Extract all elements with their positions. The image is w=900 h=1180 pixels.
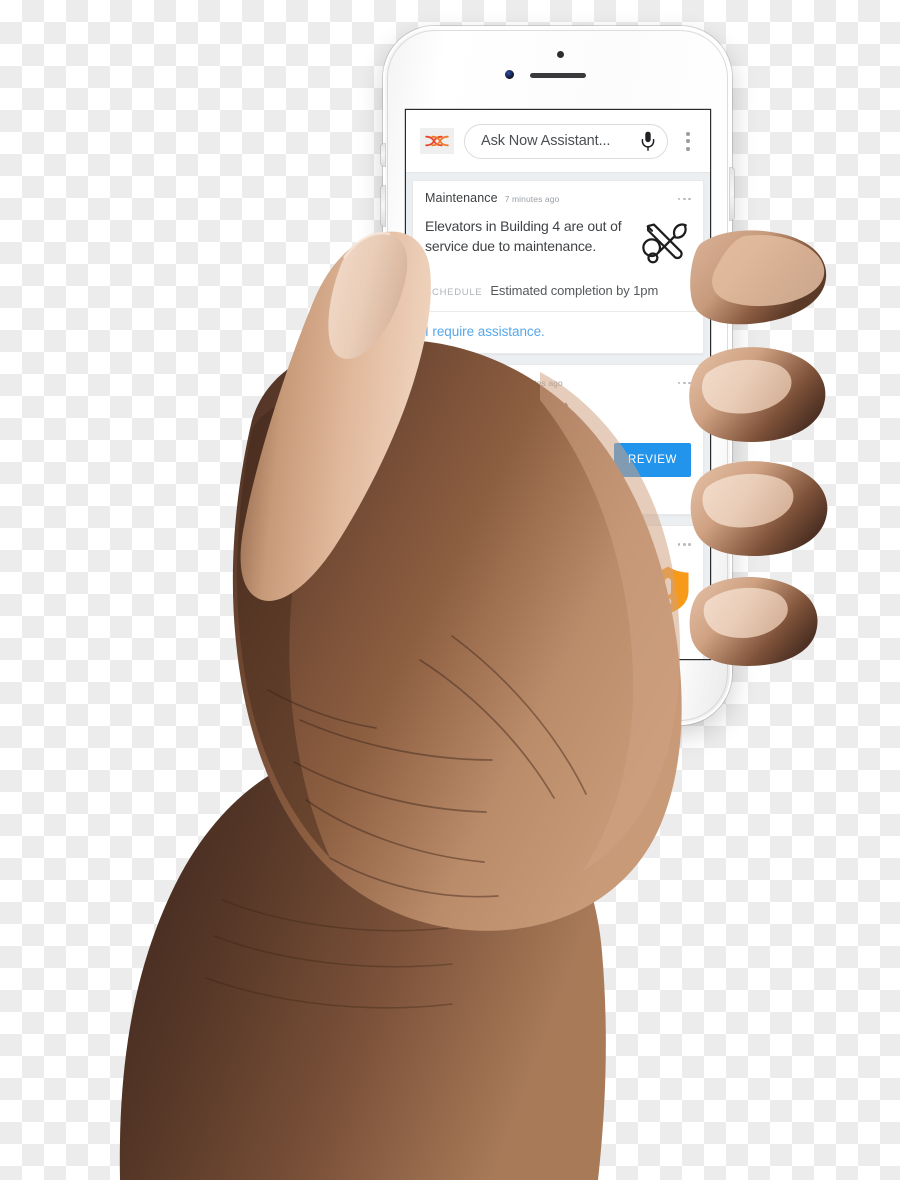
card-maintenance[interactable]: Maintenance 7 minutes ago Elevators in B… <box>412 180 704 354</box>
volume-up-button[interactable] <box>381 186 385 226</box>
overflow-dot <box>682 381 686 385</box>
stage: Ask Now Assistant... Maintenance 7 minut… <box>0 0 900 1180</box>
front-camera-icon <box>505 70 514 79</box>
overflow-dot <box>677 381 681 385</box>
bottom-speaker <box>521 716 594 722</box>
card-travel-advisory[interactable]: Travel Advisory 8 minutes ago Service Ch… <box>412 525 704 659</box>
schedule-label: SCHEDULE <box>425 287 483 298</box>
review-button[interactable]: REVIEW <box>614 442 691 477</box>
card-overflow-icon[interactable] <box>677 196 691 201</box>
overflow-dot <box>688 542 691 546</box>
travel-description: There are 1 reports on your favorite pub… <box>425 587 615 619</box>
microphone-icon[interactable] <box>641 131 655 151</box>
silent-switch[interactable] <box>381 144 385 166</box>
search-placeholder-text: Ask Now Assistant... <box>481 133 611 149</box>
phone-screen: Ask Now Assistant... Maintenance 7 minut… <box>406 110 710 659</box>
home-button[interactable] <box>529 644 586 701</box>
forearm <box>119 746 606 1180</box>
card-body: New Expense Report available for you! Yo… <box>413 391 703 514</box>
card-overflow-icon[interactable] <box>677 380 691 385</box>
crossed-x-logo-icon <box>425 135 449 147</box>
travel-text-block: Service Changes There are 1 reports on y… <box>425 561 637 621</box>
notification-feed: Maintenance 7 minutes ago Elevators in B… <box>406 173 710 659</box>
card-body: Service Changes There are 1 reports on y… <box>413 552 703 621</box>
phone-device: Ask Now Assistant... Maintenance 7 minut… <box>381 26 734 725</box>
expense-text-block: New Expense Report available for you! Yo… <box>425 399 606 498</box>
kebab-menu-icon[interactable] <box>678 126 698 156</box>
earpiece-speaker-icon <box>529 73 586 78</box>
expense-heading: New Expense Report available for you! <box>425 400 568 438</box>
overflow-dot <box>682 197 686 201</box>
brand-logo[interactable] <box>420 128 454 154</box>
request-assistance-link[interactable]: I require assistance. <box>425 324 545 339</box>
card-body: Elevators in Building 4 are out of servi… <box>413 207 703 269</box>
view-reports-button[interactable]: VIEW REPORTS <box>425 632 540 659</box>
power-button[interactable] <box>730 168 734 220</box>
kebab-dot <box>686 131 690 136</box>
overflow-dot <box>688 197 691 201</box>
card-title: Maintenance <box>425 191 498 205</box>
kebab-dot <box>686 146 690 151</box>
expense-description: Your department has submitted a new expe… <box>425 445 603 496</box>
card-title: Travel Advisory <box>425 536 512 551</box>
maintenance-message: Elevators in Building 4 are out of servi… <box>425 218 622 254</box>
card-timestamp: 7 minutes ago <box>504 194 560 204</box>
card-overflow-icon[interactable] <box>677 541 691 546</box>
wrist-creases <box>205 899 453 1009</box>
card-header: My Expenses 8 minutes ago <box>413 365 703 391</box>
proximity-sensor-icon <box>557 51 564 58</box>
search-input[interactable]: Ask Now Assistant... <box>464 123 668 159</box>
tools-wrench-screwdriver-icon <box>642 223 687 264</box>
overflow-dot <box>688 381 691 385</box>
expense-action-area: REVIEW <box>614 399 691 498</box>
card-timestamp: 8 minutes ago <box>518 539 574 550</box>
card-timestamp: 8 minutes ago <box>508 378 563 388</box>
card-header: Maintenance 7 minutes ago <box>413 181 703 207</box>
warning-shield-icon <box>647 566 689 614</box>
card-my-expenses[interactable]: My Expenses 8 minutes ago New Expense Re… <box>412 364 704 516</box>
overflow-dot <box>677 542 681 546</box>
card-header: Travel Advisory 8 minutes ago <box>413 526 703 552</box>
service-changes-heading: Service Changes <box>425 561 551 579</box>
schedule-row: SCHEDULE Estimated completion by 1pm <box>413 269 703 311</box>
volume-down-button[interactable] <box>381 238 385 278</box>
palm-shadow <box>237 398 344 858</box>
schedule-value: Estimated completion by 1pm <box>490 283 659 298</box>
overflow-dot <box>677 197 681 201</box>
overflow-dot <box>682 542 686 546</box>
card-action-row[interactable]: I require assistance. <box>413 311 703 353</box>
card-title: My Expenses <box>425 375 502 389</box>
app-header: Ask Now Assistant... <box>406 110 710 173</box>
kebab-dot <box>686 139 690 143</box>
